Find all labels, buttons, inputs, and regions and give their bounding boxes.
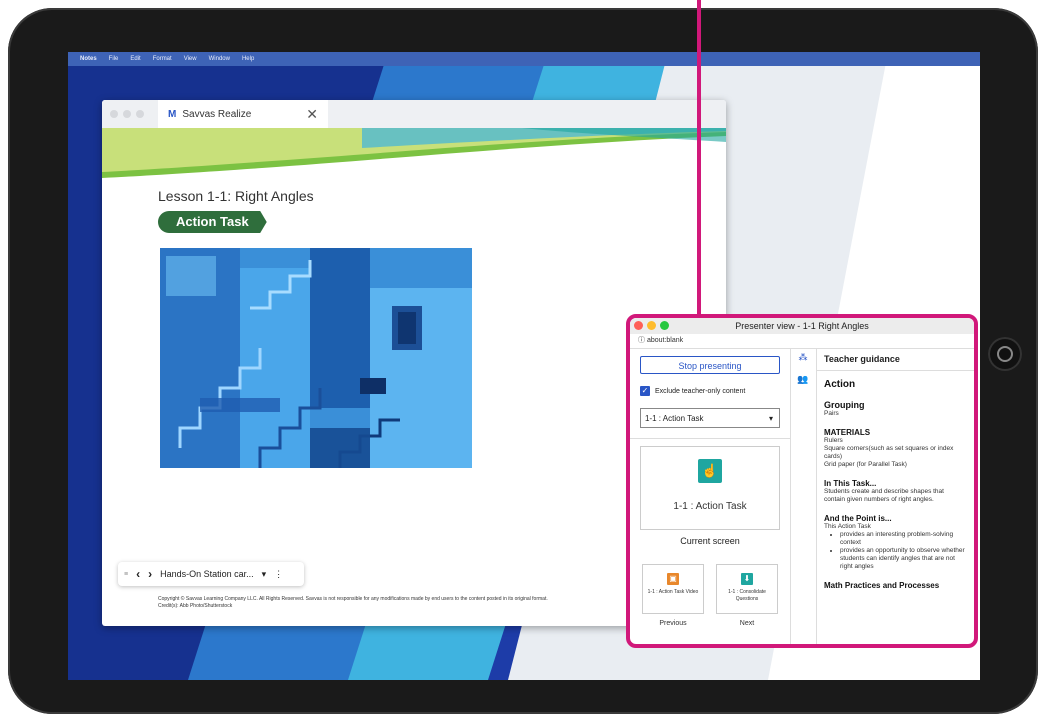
menu-help[interactable]: Help (242, 56, 254, 62)
presenter-close-button[interactable] (634, 321, 643, 330)
minimize-window-button[interactable] (123, 110, 131, 118)
grouping-text: Pairs (824, 410, 839, 417)
presenter-titlebar: Presenter view - 1-1 Right Angles (630, 318, 974, 334)
previous-arrow-icon[interactable]: ‹ (136, 567, 140, 581)
callout-line (697, 0, 701, 315)
drag-handle-icon[interactable]: ≡ (124, 571, 128, 578)
exclude-label: Exclude teacher-only content (655, 387, 746, 395)
menu-bar: Notes File Edit Format View Window Help (68, 52, 980, 66)
chevron-down-icon: ▾ (768, 414, 773, 423)
point-title: And the Point is... (824, 514, 892, 523)
teacher-guidance-panel: Teacher guidance Action Grouping Pairs M… (816, 348, 974, 644)
credit-line: Credit(s): Abb Photo/Shutterstock (158, 603, 233, 609)
station-dropdown[interactable]: Hands-On Station car... (160, 569, 254, 579)
section-title: Action (824, 379, 856, 390)
window-controls (102, 110, 158, 118)
point-list: provides an interesting problem-solving … (824, 531, 966, 571)
guidance-header: Teacher guidance (816, 348, 974, 371)
materials-title: MATERIALS (824, 428, 871, 437)
menu-app-name[interactable]: Notes (80, 56, 97, 62)
close-window-button[interactable] (110, 110, 118, 118)
previous-screen-title: 1-1 : Action Task Video (647, 589, 699, 595)
screen-select-value: 1-1 : Action Task (645, 414, 704, 423)
practices-title: Math Practices and Processes (824, 581, 940, 590)
header-wave-banner (102, 128, 726, 178)
video-icon: ▣ (667, 573, 679, 585)
point-intro: This Action Task (824, 523, 871, 530)
exclude-checkbox[interactable]: ✓ (640, 386, 650, 396)
list-item: provides an interesting problem-solving … (840, 531, 966, 547)
menu-window[interactable]: Window (209, 56, 230, 62)
previous-label: Previous (659, 620, 687, 627)
current-screen-card[interactable]: ☝ 1-1 : Action Task (640, 446, 780, 530)
teacher-guidance-icon[interactable]: ⁂ (796, 352, 810, 366)
in-task-title: In This Task... (824, 479, 877, 488)
copyright-line: Copyright © Savvas Learning Company LLC.… (158, 596, 548, 602)
stop-presenting-button[interactable]: Stop presenting (640, 356, 780, 374)
next-screen-card[interactable]: ⬇ 1-1 : Consolidate Questions (716, 564, 778, 614)
students-icon[interactable]: 👥 (796, 374, 810, 388)
info-icon: ⓘ (638, 337, 645, 344)
in-task-text: Students create and describe shapes that… (824, 488, 944, 503)
screen-select[interactable]: 1-1 : Action Task ▾ (640, 408, 780, 428)
more-options-icon[interactable]: ⋮ (274, 569, 283, 580)
lesson-title: Lesson 1-1: Right Angles (158, 188, 314, 204)
navigation-bar: ≡ ‹ › Hands-On Station car... ▾ ⋮ (118, 562, 304, 586)
menu-view[interactable]: View (184, 56, 197, 62)
copyright-notice: Copyright © Savvas Learning Company LLC.… (158, 596, 698, 610)
next-label: Next (739, 620, 755, 627)
presenter-zoom-button[interactable] (660, 321, 669, 330)
side-icon-strip: ⁂ 👥 (790, 348, 817, 644)
presenter-window: Presenter view - 1-1 Right Angles ⓘ abou… (626, 314, 978, 648)
zoom-window-button[interactable] (136, 110, 144, 118)
presenter-minimize-button[interactable] (647, 321, 656, 330)
address-text: about:blank (646, 337, 684, 344)
menu-edit[interactable]: Edit (130, 56, 140, 62)
next-arrow-icon[interactable]: › (148, 567, 152, 581)
action-task-badge: Action Task (158, 211, 267, 233)
exclude-teacher-content[interactable]: ✓ Exclude teacher-only content (640, 386, 745, 396)
current-screen-title: 1-1 : Action Task (673, 501, 747, 512)
address-bar[interactable]: ⓘ about:blank (630, 334, 974, 349)
materials-text: Rulers Square corners(such as set square… (824, 437, 954, 468)
blue-staircase-image (160, 248, 472, 468)
previous-screen-card[interactable]: ▣ 1-1 : Action Task Video (642, 564, 704, 614)
tab-title: Savvas Realize (182, 108, 252, 120)
grouping-title: Grouping (824, 400, 865, 410)
list-item: provides an opportunity to observe wheth… (840, 547, 966, 571)
chevron-down-icon[interactable]: ▾ (262, 569, 267, 580)
current-screen-label: Current screen (680, 536, 740, 546)
close-icon[interactable]: ✕ (306, 106, 328, 123)
hand-pointer-icon: ☝ (698, 459, 722, 483)
menu-file[interactable]: File (109, 56, 119, 62)
menu-format[interactable]: Format (153, 56, 172, 62)
savvas-logo-icon: M (168, 108, 177, 120)
home-button[interactable] (988, 337, 1022, 371)
tab-savvas-realize[interactable]: M Savvas Realize ✕ (158, 100, 328, 128)
next-screen-title: 1-1 : Consolidate Questions (728, 589, 766, 602)
presenter-window-controls (634, 321, 669, 330)
tab-strip: M Savvas Realize ✕ (102, 100, 726, 128)
download-icon: ⬇ (741, 573, 753, 585)
presenter-controls-panel: Stop presenting ✓ Exclude teacher-only c… (630, 348, 791, 644)
divider (630, 438, 790, 439)
presenter-title: Presenter view - 1-1 Right Angles (735, 321, 869, 331)
